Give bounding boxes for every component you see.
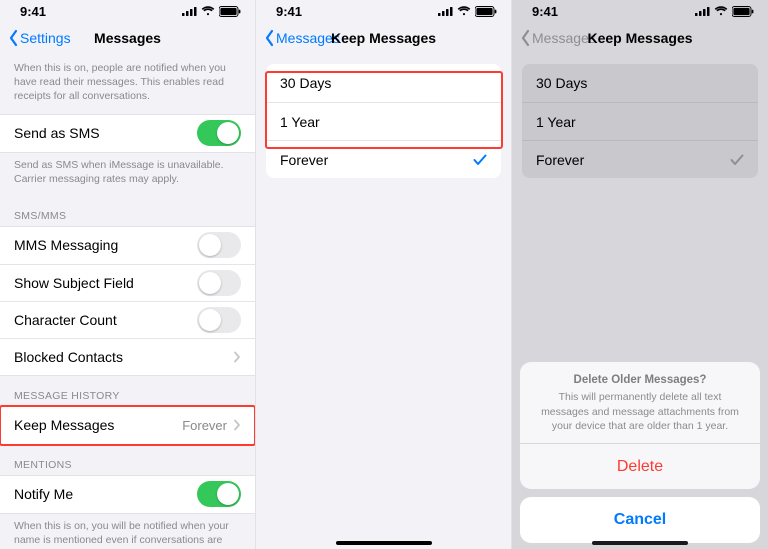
notify-me-row[interactable]: Notify Me bbox=[0, 476, 255, 513]
chevron-left-icon bbox=[264, 29, 275, 47]
option-1-year[interactable]: 1 Year bbox=[266, 102, 501, 140]
row-label: Blocked Contacts bbox=[14, 349, 123, 365]
messages-settings-screen: 9:41 Settings Messages When this is on, … bbox=[0, 0, 256, 549]
mms-messaging-row[interactable]: MMS Messaging bbox=[0, 227, 255, 264]
row-label: Forever bbox=[280, 152, 328, 168]
row-label: MMS Messaging bbox=[14, 237, 118, 253]
chevron-left-icon bbox=[520, 29, 531, 47]
action-sheet: Delete Older Messages? This will permane… bbox=[512, 362, 768, 543]
charcount-toggle[interactable] bbox=[197, 307, 241, 333]
section-mentions: MENTIONS bbox=[0, 445, 255, 475]
subject-toggle[interactable] bbox=[197, 270, 241, 296]
option-1-year: 1 Year bbox=[522, 102, 758, 140]
section-history: MESSAGE HISTORY bbox=[0, 376, 255, 406]
back-label: Messages bbox=[276, 30, 340, 46]
nav-bar: Messages Keep Messages bbox=[256, 20, 511, 56]
back-label: Settings bbox=[20, 30, 71, 46]
cellular-icon bbox=[438, 6, 453, 16]
chevron-right-icon bbox=[233, 351, 241, 363]
blocked-contacts-row[interactable]: Blocked Contacts bbox=[0, 338, 255, 375]
notify-me-note: When this is on, you will be notified wh… bbox=[0, 514, 255, 549]
status-bar: 9:41 bbox=[512, 0, 768, 20]
keep-messages-screen: 9:41 Messages Keep Messages 30 Days 1 Ye… bbox=[256, 0, 512, 549]
cancel-button[interactable]: Cancel bbox=[520, 497, 760, 543]
home-indicator[interactable] bbox=[592, 541, 688, 545]
keep-messages-row[interactable]: Keep Messages Forever bbox=[0, 407, 255, 444]
option-forever[interactable]: Forever bbox=[266, 140, 501, 178]
home-indicator[interactable] bbox=[336, 541, 432, 545]
option-30-days: 30 Days bbox=[522, 64, 758, 102]
send-as-sms-row[interactable]: Send as SMS bbox=[0, 115, 255, 152]
nav-bar: Settings Messages bbox=[0, 20, 255, 56]
nav-bar: Messages Keep Messages bbox=[512, 20, 768, 56]
back-button[interactable]: Settings bbox=[8, 29, 71, 47]
wifi-icon bbox=[201, 6, 215, 16]
option-forever: Forever bbox=[522, 140, 758, 178]
row-label: Forever bbox=[536, 152, 584, 168]
row-label: Notify Me bbox=[14, 486, 73, 502]
checkmark-icon bbox=[473, 154, 487, 166]
cellular-icon bbox=[695, 6, 710, 16]
status-bar: 9:41 bbox=[256, 0, 511, 20]
keep-messages-value: Forever bbox=[182, 418, 227, 433]
clock: 9:41 bbox=[276, 4, 302, 19]
sheet-title: Delete Older Messages? bbox=[536, 374, 744, 386]
delete-button[interactable]: Delete bbox=[520, 443, 760, 489]
option-30-days[interactable]: 30 Days bbox=[266, 64, 501, 102]
battery-icon bbox=[219, 6, 241, 17]
wifi-icon bbox=[714, 6, 728, 16]
wifi-icon bbox=[457, 6, 471, 16]
send-sms-note: Send as SMS when iMessage is unavailable… bbox=[0, 153, 255, 196]
row-label: 30 Days bbox=[280, 75, 331, 91]
row-label: Send as SMS bbox=[14, 125, 100, 141]
chevron-right-icon bbox=[233, 419, 241, 431]
character-count-row[interactable]: Character Count bbox=[0, 301, 255, 338]
sheet-message: This will permanently delete all text me… bbox=[536, 390, 744, 433]
clock: 9:41 bbox=[20, 4, 46, 19]
row-label: Character Count bbox=[14, 312, 117, 328]
row-label: 30 Days bbox=[536, 75, 587, 91]
battery-icon bbox=[475, 6, 497, 17]
row-label: Keep Messages bbox=[14, 417, 114, 433]
notify-me-toggle[interactable] bbox=[197, 481, 241, 507]
keep-messages-confirm-screen: 9:41 Messages Keep Messages 30 Days 1 Ye… bbox=[512, 0, 768, 549]
clock: 9:41 bbox=[532, 4, 558, 19]
row-label: 1 Year bbox=[280, 114, 320, 130]
mms-toggle[interactable] bbox=[197, 232, 241, 258]
chevron-left-icon bbox=[8, 29, 19, 47]
read-receipts-note: When this is on, people are notified whe… bbox=[0, 56, 255, 114]
row-label: 1 Year bbox=[536, 114, 576, 130]
battery-icon bbox=[732, 6, 754, 17]
status-bar: 9:41 bbox=[0, 0, 255, 20]
cellular-icon bbox=[182, 6, 197, 16]
back-label: Messages bbox=[532, 30, 596, 46]
row-label: Show Subject Field bbox=[14, 275, 134, 291]
send-as-sms-toggle[interactable] bbox=[197, 120, 241, 146]
section-sms-mms: SMS/MMS bbox=[0, 196, 255, 226]
checkmark-icon bbox=[730, 154, 744, 166]
back-button[interactable]: Messages bbox=[264, 29, 340, 47]
back-button: Messages bbox=[520, 29, 596, 47]
show-subject-row[interactable]: Show Subject Field bbox=[0, 264, 255, 301]
